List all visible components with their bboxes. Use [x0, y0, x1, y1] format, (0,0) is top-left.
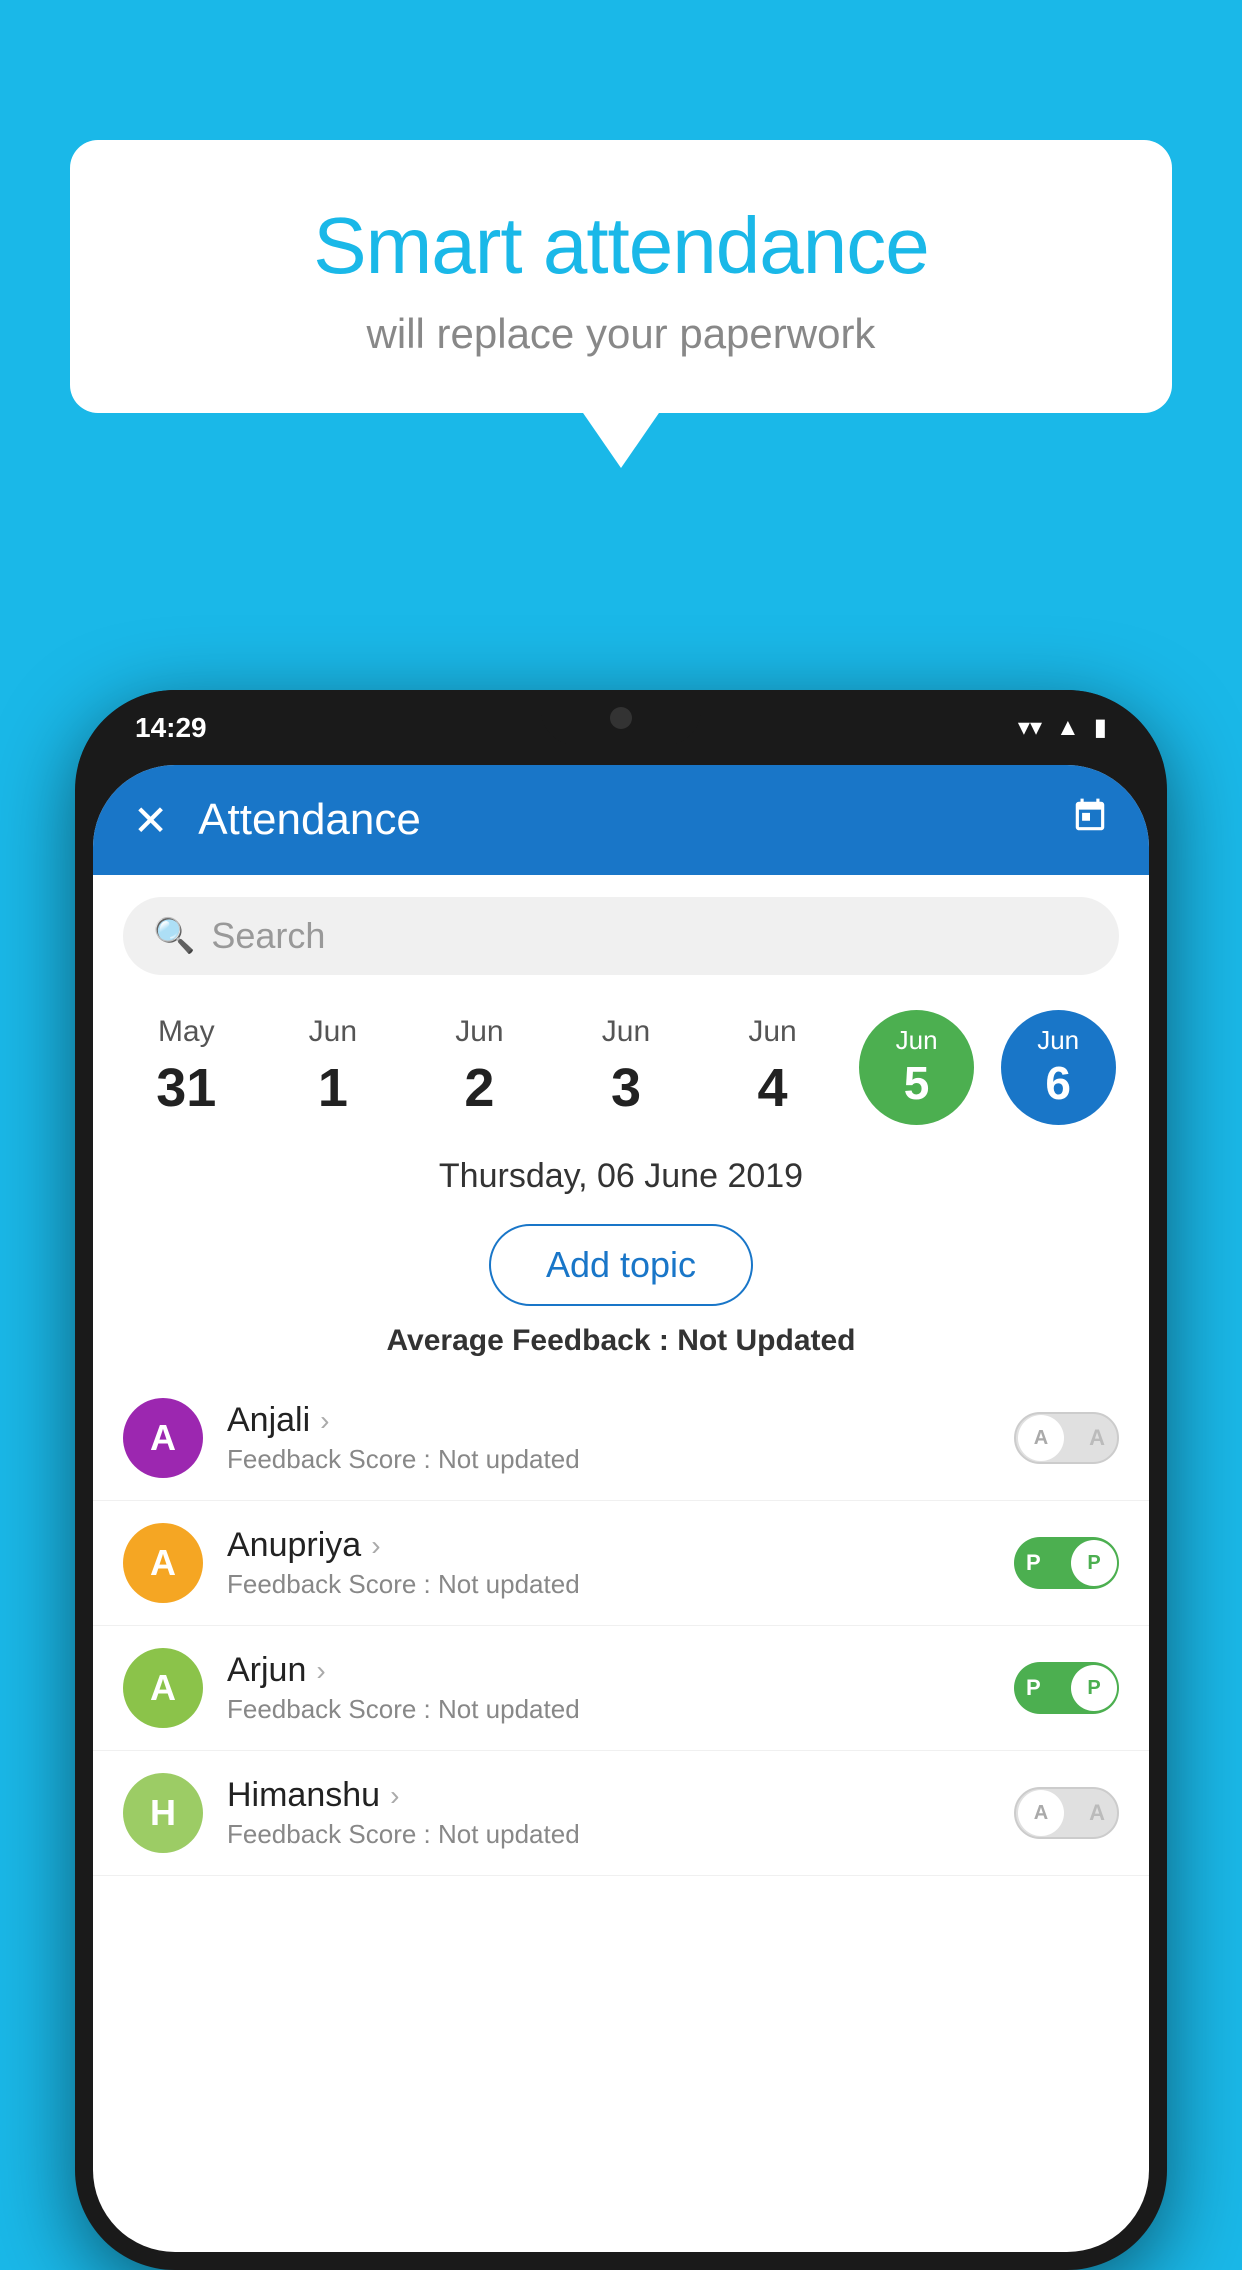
date-item-31[interactable]: May 31	[126, 1007, 246, 1127]
status-time: 14:29	[135, 712, 207, 744]
attendance-toggle[interactable]: PP	[1014, 1537, 1119, 1589]
date-month: Jun	[455, 1015, 503, 1049]
camera-dot	[610, 707, 632, 729]
search-bar[interactable]: 🔍 Search	[123, 897, 1119, 975]
student-avatar: A	[123, 1398, 203, 1478]
student-item[interactable]: HHimanshu ›Feedback Score : Not updatedA…	[93, 1751, 1149, 1876]
date-day: 6	[1045, 1056, 1071, 1110]
student-name: Himanshu ›	[227, 1776, 1014, 1815]
student-item[interactable]: AArjun ›Feedback Score : Not updatedPP	[93, 1626, 1149, 1751]
student-avatar: A	[123, 1648, 203, 1728]
date-item-1[interactable]: Jun 1	[273, 1007, 393, 1127]
date-item-5[interactable]: Jun5	[859, 1010, 974, 1125]
student-score: Feedback Score : Not updated	[227, 1444, 1014, 1475]
date-item-6[interactable]: Jun6	[1001, 1010, 1116, 1125]
toggle-label: A	[1089, 1425, 1105, 1451]
student-list: AAnjali ›Feedback Score : Not updatedAAA…	[93, 1376, 1149, 1876]
toggle-label: P	[1026, 1675, 1041, 1701]
toggle-knob: A	[1018, 1415, 1064, 1461]
phone-screen: ✕ Attendance 🔍 Search May31Jun1Jun2Jun3J…	[93, 765, 1149, 2252]
calendar-icon[interactable]	[1071, 797, 1109, 844]
date-day: 5	[904, 1056, 930, 1110]
date-month: May	[158, 1015, 215, 1049]
toggle-knob: P	[1071, 1665, 1117, 1711]
date-day: 4	[758, 1057, 788, 1119]
student-item[interactable]: AAnupriya ›Feedback Score : Not updatedP…	[93, 1501, 1149, 1626]
header-title: Attendance	[198, 795, 1071, 845]
date-scroller[interactable]: May31Jun1Jun2Jun3Jun4Jun5Jun6	[93, 997, 1149, 1137]
date-day: 3	[611, 1057, 641, 1119]
student-info: Himanshu › Feedback Score : Not updated	[227, 1776, 1014, 1850]
date-month: Jun	[896, 1025, 938, 1056]
avg-feedback-value: Not Updated	[677, 1324, 855, 1357]
attendance-toggle[interactable]: AA	[1014, 1412, 1119, 1464]
date-day: 31	[156, 1057, 216, 1119]
avg-feedback: Average Feedback : Not Updated	[93, 1324, 1149, 1358]
student-name: Arjun ›	[227, 1651, 1014, 1690]
date-month: Jun	[602, 1015, 650, 1049]
avg-feedback-label: Average Feedback :	[386, 1324, 668, 1357]
date-item-3[interactable]: Jun 3	[566, 1007, 686, 1127]
toggle-knob: P	[1071, 1540, 1117, 1586]
date-item-4[interactable]: Jun 4	[713, 1007, 833, 1127]
date-month: Jun	[748, 1015, 796, 1049]
toggle-label: P	[1026, 1550, 1041, 1576]
notch-bump	[541, 690, 701, 745]
bubble-subtitle: will replace your paperwork	[120, 310, 1122, 358]
selected-date-info: Thursday, 06 June 2019	[93, 1137, 1149, 1206]
student-item[interactable]: AAnjali ›Feedback Score : Not updatedAA	[93, 1376, 1149, 1501]
student-avatar: A	[123, 1523, 203, 1603]
phone-frame: 14:29 ▾▾ ▲ ▮ ✕ Attendance 🔍 Search	[75, 690, 1167, 2270]
student-name: Anupriya ›	[227, 1526, 1014, 1565]
toggle-label: A	[1089, 1800, 1105, 1826]
date-month: Jun	[309, 1015, 357, 1049]
close-button[interactable]: ✕	[133, 796, 168, 845]
student-score: Feedback Score : Not updated	[227, 1819, 1014, 1850]
phone-notch: 14:29 ▾▾ ▲ ▮	[75, 690, 1167, 765]
chevron-icon: ›	[390, 1780, 399, 1812]
signal-icon: ▲	[1056, 714, 1080, 742]
student-score: Feedback Score : Not updated	[227, 1694, 1014, 1725]
chevron-icon: ›	[371, 1530, 380, 1562]
attendance-toggle[interactable]: PP	[1014, 1662, 1119, 1714]
chevron-icon: ›	[316, 1655, 325, 1687]
app-header: ✕ Attendance	[93, 765, 1149, 875]
student-avatar: H	[123, 1773, 203, 1853]
bubble-title: Smart attendance	[120, 200, 1122, 292]
chevron-icon: ›	[320, 1405, 329, 1437]
date-month: Jun	[1037, 1025, 1079, 1056]
search-placeholder: Search	[211, 915, 325, 957]
status-icons: ▾▾ ▲ ▮	[1018, 713, 1107, 742]
add-topic-button[interactable]: Add topic	[489, 1224, 753, 1306]
wifi-icon: ▾▾	[1018, 713, 1042, 742]
date-day: 2	[464, 1057, 494, 1119]
date-item-2[interactable]: Jun 2	[419, 1007, 539, 1127]
date-day: 1	[318, 1057, 348, 1119]
student-info: Anjali › Feedback Score : Not updated	[227, 1401, 1014, 1475]
student-info: Anupriya › Feedback Score : Not updated	[227, 1526, 1014, 1600]
battery-icon: ▮	[1094, 713, 1107, 742]
student-info: Arjun › Feedback Score : Not updated	[227, 1651, 1014, 1725]
attendance-toggle[interactable]: AA	[1014, 1787, 1119, 1839]
speech-bubble-container: Smart attendance will replace your paper…	[70, 140, 1172, 413]
toggle-knob: A	[1018, 1790, 1064, 1836]
student-name: Anjali ›	[227, 1401, 1014, 1440]
speech-bubble: Smart attendance will replace your paper…	[70, 140, 1172, 413]
search-icon: 🔍	[153, 916, 195, 956]
student-score: Feedback Score : Not updated	[227, 1569, 1014, 1600]
